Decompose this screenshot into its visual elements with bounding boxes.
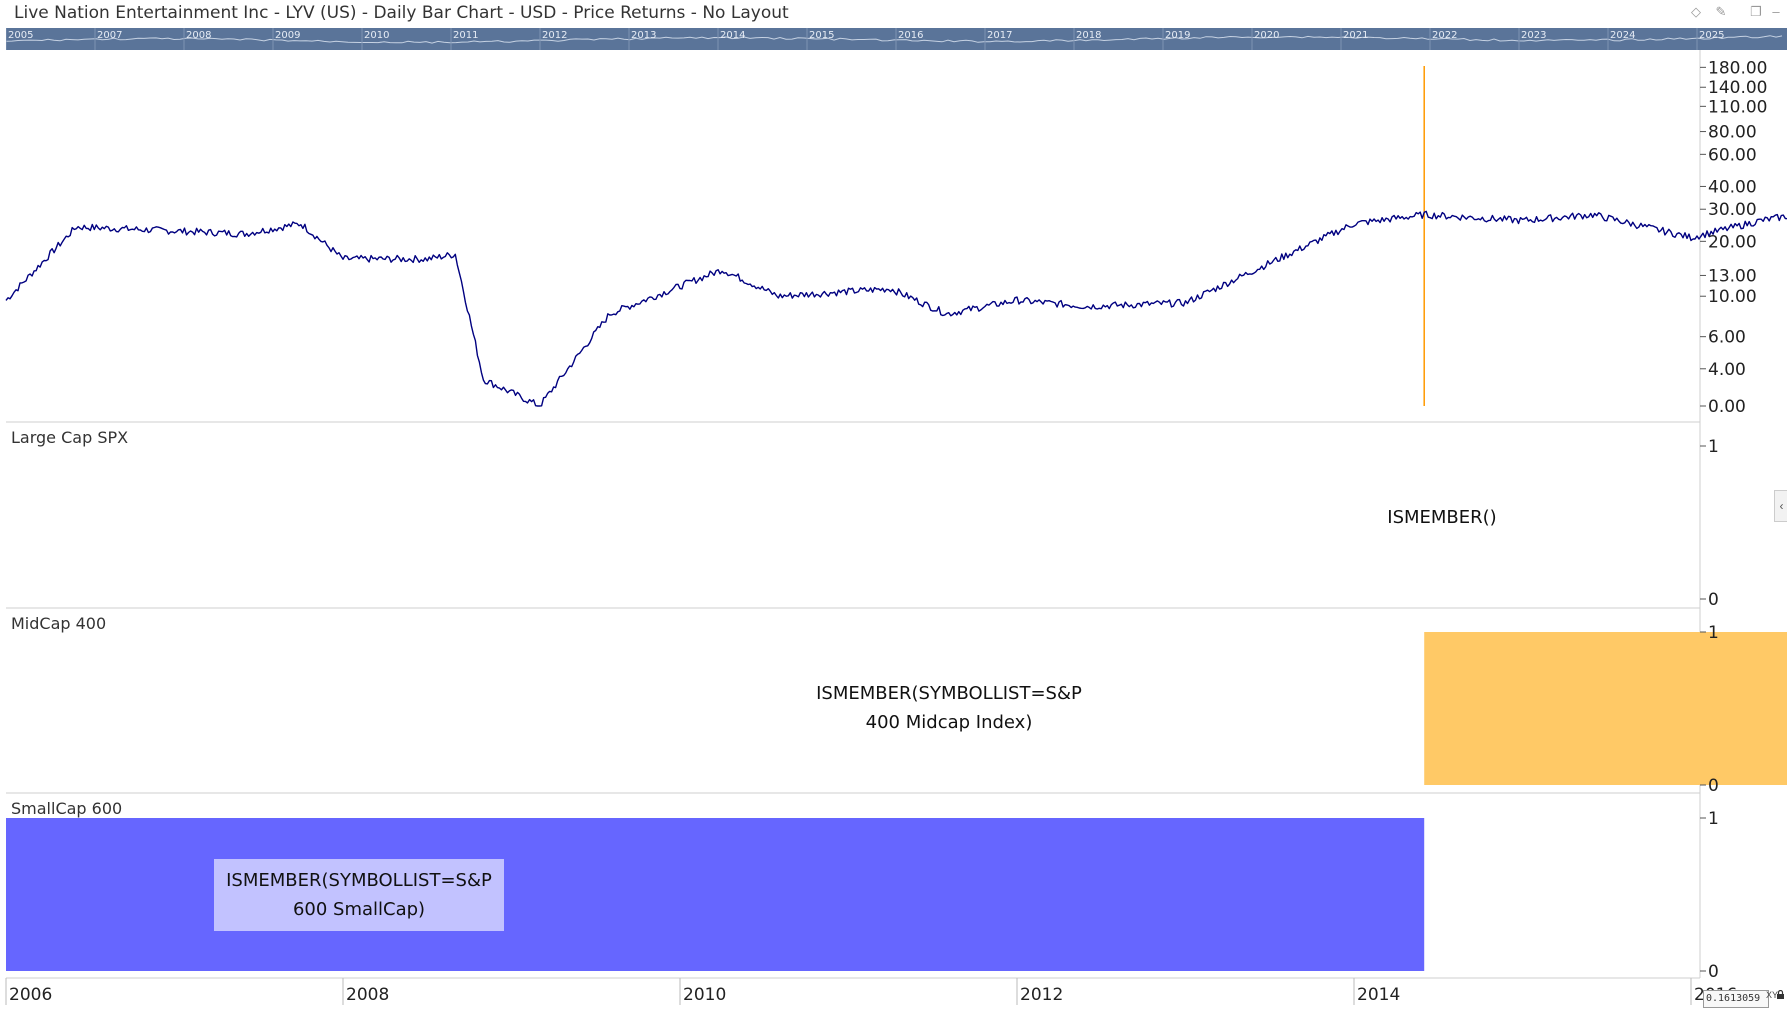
- panel-tick-label: 1: [1708, 809, 1719, 829]
- x-axis-label: 2010: [683, 985, 726, 1005]
- price-tick-label: 20.00: [1708, 232, 1757, 252]
- lock-icon[interactable]: [1776, 990, 1785, 999]
- midcap-formula-badge: ISMEMBER(SYMBOLLIST=S&P 400 Midcap Index…: [804, 672, 1094, 744]
- panel-tick-label: 0: [1708, 962, 1719, 982]
- largecap-formula-badge: ISMEMBER(): [1363, 497, 1521, 539]
- price-tick-label: 0.00: [1708, 397, 1746, 417]
- panel-tick-label: 1: [1708, 437, 1719, 457]
- largecap-panel-label: Large Cap SPX: [11, 428, 129, 447]
- midcap-formula-line2: 400 Midcap Index): [865, 712, 1033, 733]
- panel-tick-label: 0: [1708, 590, 1719, 610]
- smallcap-panel-label: SmallCap 600: [11, 799, 123, 818]
- price-tick-label: 60.00: [1708, 145, 1757, 165]
- largecap-formula-text: ISMEMBER(): [1387, 507, 1497, 528]
- smallcap-formula-badge: ISMEMBER(SYMBOLLIST=S&P 600 SmallCap): [214, 859, 504, 931]
- cursor-readout: 0.1613059: [1703, 990, 1769, 1008]
- panel-tick-label: 0: [1708, 776, 1719, 796]
- price-tick-label: 40.00: [1708, 177, 1757, 197]
- price-tick-label: 6.00: [1708, 328, 1746, 348]
- price-tick-label: 4.00: [1708, 360, 1746, 380]
- price-tick-label: 180.00: [1708, 58, 1767, 78]
- midcap-membership-bar: [1424, 632, 1787, 785]
- price-series-line: [5, 210, 1787, 407]
- price-tick-label: 30.00: [1708, 200, 1757, 220]
- smallcap-formula-line2: 600 SmallCap): [292, 899, 426, 920]
- price-tick-label: 10.00: [1708, 287, 1757, 307]
- smallcap-formula-line1: ISMEMBER(SYMBOLLIST=S&P: [226, 870, 492, 891]
- midcap-formula-line1: ISMEMBER(SYMBOLLIST=S&P: [816, 683, 1082, 704]
- x-axis-label: 2012: [1020, 985, 1063, 1005]
- x-axis-label: 2008: [346, 985, 389, 1005]
- collapse-panel-button[interactable]: ‹: [1774, 490, 1787, 522]
- price-tick-label: 110.00: [1708, 97, 1767, 117]
- price-tick-label: 13.00: [1708, 266, 1757, 286]
- x-axis-label: 2006: [9, 985, 52, 1005]
- midcap-panel-label: MidCap 400: [11, 614, 107, 633]
- panel-tick-label: 1: [1708, 623, 1719, 643]
- x-axis-label: 2014: [1357, 985, 1400, 1005]
- price-tick-label: 140.00: [1708, 78, 1767, 98]
- price-tick-label: 80.00: [1708, 123, 1757, 143]
